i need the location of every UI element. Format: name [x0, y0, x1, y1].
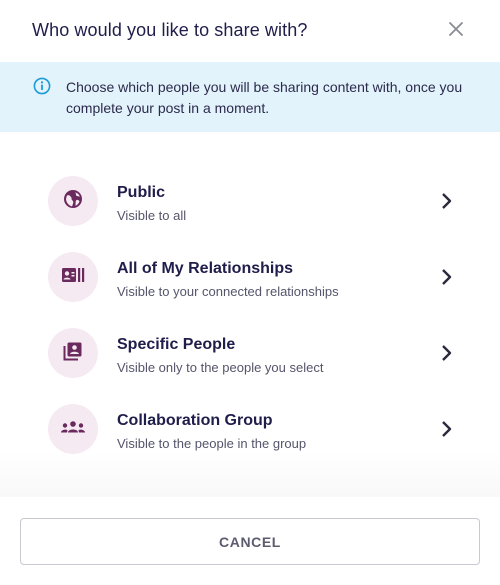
chevron-right-icon — [438, 192, 456, 210]
dialog-title: Who would you like to share with? — [32, 20, 308, 40]
option-title: Public — [117, 184, 166, 201]
chevron-right-icon — [438, 268, 456, 286]
chevron-right-icon — [438, 344, 456, 362]
option-subtitle: Visible to all — [117, 208, 187, 223]
info-banner: Choose which people you will be sharing … — [0, 62, 500, 132]
option-icon-circle — [48, 328, 98, 378]
option-collaboration-group[interactable]: Collaboration Group Visible to the peopl… — [0, 390, 500, 454]
option-all-relationships[interactable]: All of My Relationships Visible to your … — [0, 238, 500, 302]
chevron-right-icon — [438, 420, 456, 438]
option-icon-circle — [48, 176, 98, 226]
cancel-button[interactable]: CANCEL — [20, 518, 480, 565]
option-icon-circle — [48, 404, 98, 454]
option-subtitle: Visible only to the people you select — [117, 360, 324, 375]
share-dialog: Who would you like to share with? Choose… — [0, 0, 500, 585]
close-button[interactable] — [444, 19, 468, 43]
option-public[interactable]: Public Visible to all — [0, 162, 500, 226]
globe-icon — [63, 189, 83, 214]
group-icon — [60, 420, 86, 439]
share-options-list: Public Visible to all All of My Relation… — [0, 152, 500, 497]
option-title: All of My Relationships — [117, 260, 294, 277]
dialog-footer: CANCEL — [0, 497, 500, 585]
info-icon — [33, 77, 51, 95]
option-icon-circle — [48, 252, 98, 302]
option-subtitle: Visible to the people in the group — [117, 436, 307, 451]
option-title: Specific People — [117, 336, 236, 353]
option-title: Collaboration Group — [117, 412, 273, 429]
option-subtitle: Visible to your connected relationships — [117, 284, 339, 299]
person-list-icon — [63, 341, 83, 366]
close-icon — [448, 21, 464, 42]
dialog-header: Who would you like to share with? — [0, 0, 500, 62]
contact-card-icon — [61, 266, 85, 289]
info-banner-text: Choose which people you will be sharing … — [66, 79, 463, 116]
option-specific-people[interactable]: Specific People Visible only to the peop… — [0, 314, 500, 378]
